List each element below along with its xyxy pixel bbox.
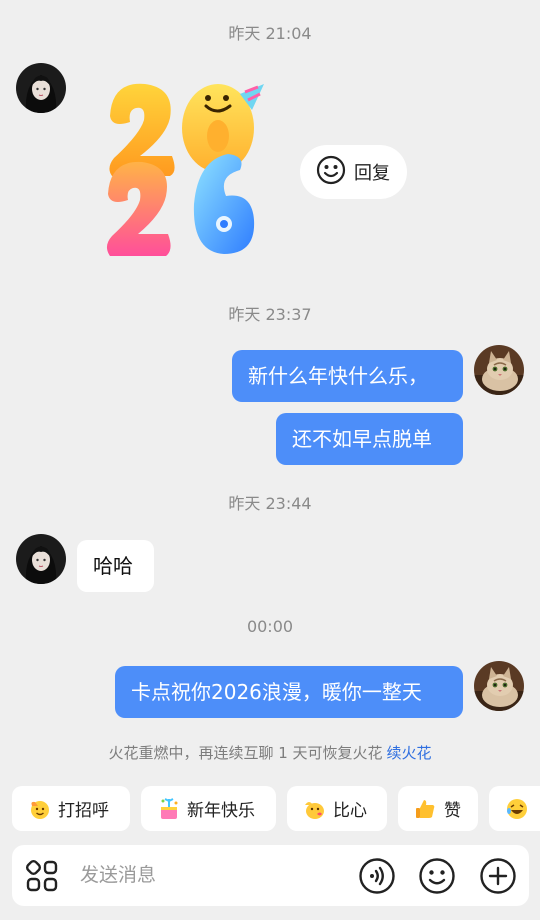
message-input-placeholder[interactable]: 发送消息 — [80, 845, 156, 906]
spark-notice-text: 火花重燃中，再连续互聊 1 天可恢复火花 — [108, 744, 383, 762]
quick-reply-chip[interactable]: 打招呼 — [12, 786, 130, 831]
continue-spark-link[interactable]: 续火花 — [387, 744, 432, 762]
message-bubble-incoming[interactable]: 哈哈 — [77, 540, 154, 592]
quick-reply-chip[interactable]: 赞 — [398, 786, 478, 831]
message-input-bar: 发送消息 — [12, 845, 529, 906]
contact-avatar[interactable] — [16, 534, 66, 584]
thumbs-up-emoji-icon — [414, 797, 438, 821]
timestamp: 昨天 23:37 — [228, 305, 312, 324]
quick-reply-chip[interactable]: 比心 — [287, 786, 387, 831]
smile-icon — [316, 155, 346, 190]
my-avatar[interactable] — [474, 345, 524, 395]
contact-avatar[interactable] — [16, 63, 66, 113]
timestamp: 昨天 21:04 — [228, 24, 312, 43]
party-emoji-icon — [157, 797, 181, 821]
spark-notice: 火花重燃中，再连续互聊 1 天可恢复火花 续火花 — [0, 742, 540, 763]
heart-hands-emoji-icon — [303, 797, 327, 821]
2026-sticker[interactable] — [100, 76, 270, 266]
quick-reply-chip[interactable] — [489, 786, 540, 831]
emoji-icon[interactable] — [418, 857, 456, 895]
quick-reply-label: 打招呼 — [58, 801, 109, 821]
my-avatar[interactable] — [474, 661, 524, 711]
reply-button[interactable]: 回复 — [300, 145, 407, 199]
message-bubble-outgoing[interactable]: 新什么年快什么乐， — [232, 350, 463, 402]
quick-reply-bar: 打招呼 新年快乐 比心 赞 — [0, 786, 540, 832]
quick-reply-label: 新年快乐 — [187, 801, 255, 821]
plus-icon[interactable] — [479, 857, 517, 895]
laughing-emoji-icon — [505, 797, 529, 821]
message-bubble-outgoing[interactable]: 还不如早点脱单 — [276, 413, 463, 465]
quick-reply-label: 比心 — [333, 801, 367, 821]
voice-icon[interactable] — [358, 857, 396, 895]
quick-reply-chip[interactable]: 新年快乐 — [141, 786, 276, 831]
quick-reply-label: 赞 — [444, 801, 461, 821]
message-bubble-outgoing[interactable]: 卡点祝你2026浪漫，暖你一整天 — [115, 666, 463, 718]
wave-emoji-icon — [28, 797, 52, 821]
timestamp: 00:00 — [246, 617, 294, 636]
timestamp: 昨天 23:44 — [228, 494, 312, 513]
apps-grid-icon[interactable] — [23, 857, 61, 895]
reply-label: 回复 — [354, 163, 390, 184]
